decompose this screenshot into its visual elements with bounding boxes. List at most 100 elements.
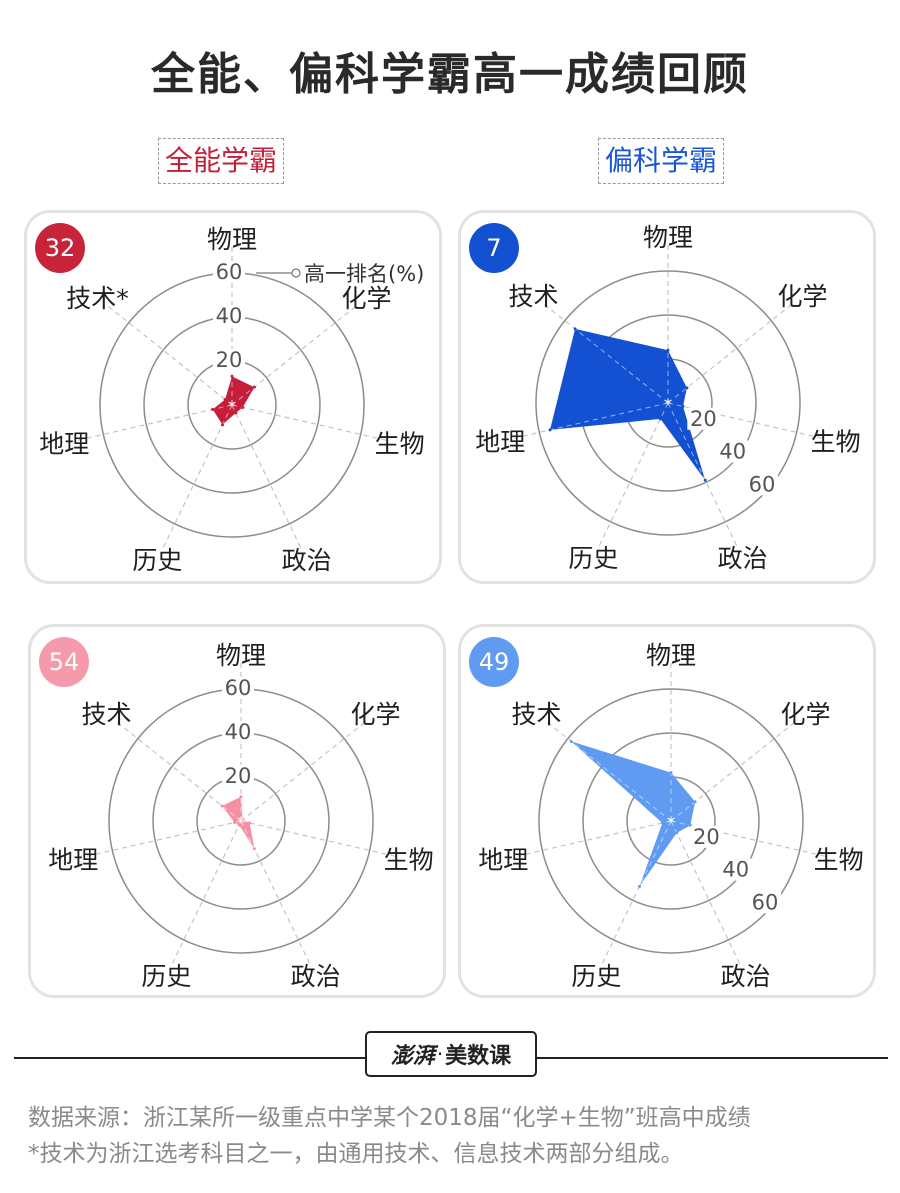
radar-point xyxy=(548,428,552,432)
radar-spoke xyxy=(240,722,365,822)
axis-label: 化学 xyxy=(777,282,827,311)
radar-spoke xyxy=(598,402,669,546)
axis-label: 技术 xyxy=(509,282,559,311)
axis-label: 生物 xyxy=(814,845,864,874)
rank-badge-54: 54 xyxy=(39,637,89,687)
radar-card-54: * 20 40 60 物理化学生物政治 历史 地理 技术 54 xyxy=(28,624,446,998)
axis-label: 生物 xyxy=(375,429,425,458)
tick-label-40: 40 xyxy=(722,858,749,882)
radar-point xyxy=(685,386,689,390)
radar-point xyxy=(658,417,662,421)
radar-center-mark: * xyxy=(665,397,672,413)
radar-card-32: * 20 40 60 物理化学生物政治 历史 地理 技术* 高一排名(%) 32 xyxy=(24,210,442,584)
axis-label: 技术 xyxy=(82,700,132,729)
tick-label-60: 60 xyxy=(225,676,252,700)
radar-point xyxy=(569,739,573,743)
tick-label-20: 20 xyxy=(216,348,243,372)
footer-divider-right xyxy=(536,1057,888,1059)
tick-label-20: 20 xyxy=(693,825,720,849)
radar-point xyxy=(239,795,243,799)
group-label-all-round: 全能学霸 xyxy=(158,138,285,184)
axis-label: 物理 xyxy=(207,225,257,254)
axis-label: 地理 xyxy=(48,845,98,874)
radar-chart-7: * 204060 物理化学生物政治 历史 地理 技术 xyxy=(475,223,861,573)
source-line-1: 数据来源：浙江某所一级重点中学某个2018届“化学+生物”班高中成绩 xyxy=(28,1105,751,1131)
annotation-dot xyxy=(291,268,301,278)
axis-label: 物理 xyxy=(643,223,693,252)
page-title: 全能、偏科学霸高一成绩回顾 xyxy=(151,49,749,100)
radar-point xyxy=(230,374,234,378)
axis-label: 历史 xyxy=(568,544,618,573)
radar-point xyxy=(660,821,664,825)
radar-point xyxy=(220,423,224,427)
axis-label: 历史 xyxy=(141,962,191,991)
axis-label: 化学 xyxy=(350,700,400,729)
tick-label-60: 60 xyxy=(749,472,776,496)
radar-center-mark: * xyxy=(668,815,675,831)
axis-label: 地理 xyxy=(475,427,525,456)
axis-label: 政治 xyxy=(721,962,771,991)
radar-point xyxy=(211,407,215,411)
axis-label: 物理 xyxy=(216,641,266,670)
radar-chart-49: * 204060 物理化学生物政治 历史 地理 技术 xyxy=(478,641,864,991)
radar-spoke xyxy=(231,404,302,548)
tick-label-60: 60 xyxy=(752,890,779,914)
axis-label: 历史 xyxy=(132,546,182,575)
rank-badge-32: 32 xyxy=(35,223,85,273)
radar-spoke xyxy=(162,404,233,548)
radar-point xyxy=(233,820,237,824)
group-label-specialist: 偏科学霸 xyxy=(598,138,725,184)
radar-point xyxy=(681,404,685,408)
radar-chart-32: * 20 40 60 物理化学生物政治 历史 地理 技术* 高一排名(%) xyxy=(39,225,425,575)
brand-logo: 澎湃 · 美数课 xyxy=(365,1031,537,1077)
radar-point xyxy=(223,398,227,402)
annotation-label: 高一排名(%) xyxy=(304,262,424,286)
radar-point xyxy=(703,478,707,482)
brand-logo-mark: 澎湃 xyxy=(390,1043,435,1069)
tick-label-20: 20 xyxy=(225,764,252,788)
radar-point xyxy=(693,800,697,804)
radar-card-49: * 20 40 60 物理化学生物政治 历史 地理 技术 49 xyxy=(458,624,876,998)
brand-name: 美数课 xyxy=(445,1044,512,1069)
axis-label: 生物 xyxy=(384,845,434,874)
source-line-2: *技术为浙江选考科目之一，由通用技术、信息技术两部分组成。 xyxy=(28,1141,684,1167)
radar-card-7: * 20 40 60 物理化学生物政治 历史 地理 技术 7 xyxy=(458,210,876,584)
footer-divider-left xyxy=(14,1057,366,1059)
tick-label-40: 40 xyxy=(216,304,243,328)
radar-spoke xyxy=(171,820,242,964)
axis-label: 地理 xyxy=(39,429,89,458)
axis-label: 生物 xyxy=(811,427,861,456)
brand-separator: · xyxy=(436,1042,444,1066)
radar-chart-54: * 20 40 60 物理化学生物政治 历史 地理 技术 xyxy=(48,641,434,991)
radar-point xyxy=(638,884,642,888)
radar-point xyxy=(220,804,224,808)
axis-label: 技术 xyxy=(512,700,562,729)
radar-point xyxy=(666,348,670,352)
axis-label: 化学 xyxy=(780,700,830,729)
radar-area xyxy=(550,328,706,481)
axis-label: 政治 xyxy=(282,546,332,575)
axis-label: 政治 xyxy=(291,962,341,991)
radar-point xyxy=(675,831,679,835)
tick-label-60: 60 xyxy=(216,260,243,284)
source-note: 数据来源：浙江某所一级重点中学某个2018届“化学+生物”班高中成绩 *技术为浙… xyxy=(28,1100,878,1172)
axis-label: 技术* xyxy=(66,284,129,313)
radar-point xyxy=(252,385,256,389)
radar-point xyxy=(241,405,245,409)
radar-point xyxy=(248,821,252,825)
axis-label: 物理 xyxy=(646,641,696,670)
axis-label: 政治 xyxy=(718,544,768,573)
tick-label-20: 20 xyxy=(690,407,717,431)
radar-center-mark: * xyxy=(238,815,245,831)
radar-center-mark: * xyxy=(229,399,236,415)
tick-label-40: 40 xyxy=(719,440,746,464)
rank-badge-7: 7 xyxy=(469,223,519,273)
axis-label: 历史 xyxy=(571,962,621,991)
axis-label: 化学 xyxy=(341,284,391,313)
radar-point xyxy=(573,327,577,331)
radar-point xyxy=(252,847,256,851)
tick-label-40: 40 xyxy=(225,720,252,744)
radar-point xyxy=(669,771,673,775)
axis-label: 地理 xyxy=(478,845,528,874)
rank-badge-49: 49 xyxy=(469,637,519,687)
